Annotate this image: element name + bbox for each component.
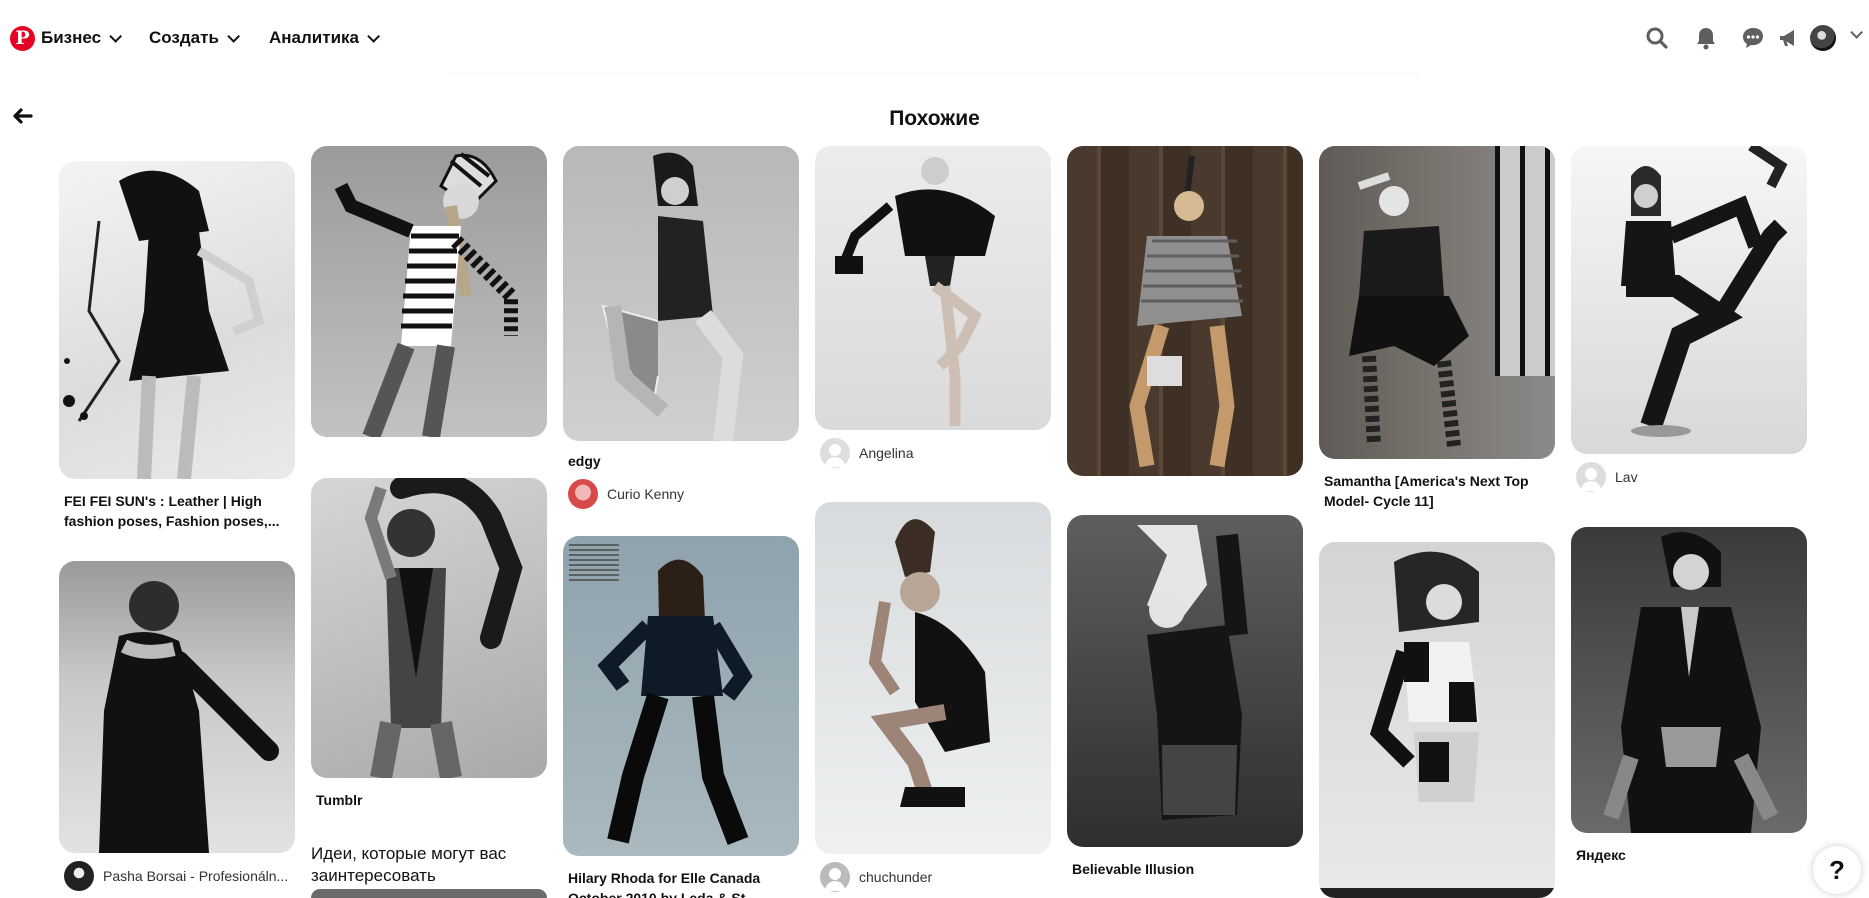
- pin-image[interactable]: [311, 146, 547, 437]
- pin-user-name: Curio Kenny: [607, 486, 685, 502]
- page-title: Похожие: [889, 107, 980, 130]
- nav-create-label: Создать: [149, 28, 219, 47]
- avatar: [568, 479, 598, 509]
- pin-image[interactable]: [59, 161, 295, 479]
- pin-title: Яндекс: [1576, 847, 1626, 863]
- pin-card[interactable]: chuchunder: [815, 502, 1051, 892]
- search-icon[interactable]: [1643, 24, 1671, 52]
- avatar: [1576, 462, 1606, 492]
- chevron-down-icon: [367, 29, 380, 43]
- pinterest-logo-icon[interactable]: P: [10, 26, 35, 51]
- nav-analytics-label: Аналитика: [269, 28, 359, 47]
- pin-image[interactable]: [1067, 515, 1303, 847]
- pin-image[interactable]: [311, 478, 547, 778]
- pin-card[interactable]: Samantha [America's Next Top Model- Cycl…: [1319, 146, 1555, 511]
- bell-icon[interactable]: [1692, 24, 1720, 52]
- pin-title: Believable Illusion: [1072, 861, 1195, 877]
- megaphone-icon[interactable]: [1775, 24, 1803, 52]
- pin-image[interactable]: [1319, 146, 1555, 459]
- chevron-down-icon: [109, 29, 123, 43]
- section-heading: Идеи, которые могут вас заинтересовать: [311, 844, 507, 885]
- pin-image[interactable]: [1571, 527, 1807, 833]
- pin-image[interactable]: [563, 146, 799, 441]
- nav-business-label: Бизнес: [41, 28, 102, 47]
- avatar[interactable]: [1810, 25, 1836, 51]
- pin-title: Samantha [America's Next Top Model- Cycl…: [1324, 473, 1529, 509]
- pin-card[interactable]: Яндекс: [1571, 527, 1807, 865]
- pin-card[interactable]: Believable Illusion: [1067, 515, 1303, 879]
- nav-business-menu[interactable]: Бизнес: [41, 27, 123, 49]
- header-shadow: [450, 72, 1420, 78]
- pin-user[interactable]: Pasha Borsai - Profesionáln...: [59, 861, 295, 891]
- messages-icon[interactable]: [1739, 24, 1767, 52]
- pin-user-name: chuchunder: [859, 869, 933, 885]
- top-nav-bar: P Бизнес Создать Аналитика: [0, 0, 1869, 78]
- pin-title: Hilary Rhoda for Elle Canada October 201…: [568, 870, 761, 898]
- pin-user[interactable]: chuchunder: [815, 862, 1051, 892]
- pin-card[interactable]: [1067, 146, 1303, 476]
- pin-user[interactable]: Lav: [1571, 462, 1807, 492]
- help-button[interactable]: ?: [1813, 846, 1861, 894]
- nav-create-menu[interactable]: Создать: [149, 27, 240, 49]
- pin-card[interactable]: Pasha Borsai - Profesionáln...: [59, 561, 295, 891]
- pin-image[interactable]: [815, 146, 1051, 430]
- pin-card[interactable]: edgy Curio Kenny: [563, 146, 799, 509]
- pin-image[interactable]: [1319, 542, 1555, 898]
- pin-title: FEI FEI SUN's : Leather | High fashion p…: [64, 493, 280, 529]
- pin-user-name: Angelina: [859, 445, 914, 461]
- chevron-down-icon: [227, 29, 240, 43]
- pin-card[interactable]: Angelina: [815, 146, 1051, 468]
- pin-card[interactable]: [1319, 542, 1555, 898]
- pin-title: edgy: [568, 453, 601, 469]
- pin-image[interactable]: [815, 502, 1051, 854]
- pin-image[interactable]: [311, 889, 547, 898]
- chevron-down-icon[interactable]: [1850, 26, 1863, 39]
- pin-card[interactable]: FEI FEI SUN's : Leather | High fashion p…: [59, 161, 295, 531]
- pin-image[interactable]: [59, 561, 295, 853]
- pin-user[interactable]: Angelina: [815, 438, 1051, 468]
- pin-user-name: Lav: [1615, 469, 1638, 485]
- nav-analytics-menu[interactable]: Аналитика: [269, 27, 380, 49]
- pin-card[interactable]: [311, 146, 547, 437]
- pin-user-name: Pasha Borsai - Profesionáln...: [103, 868, 289, 884]
- avatar: [820, 438, 850, 468]
- pin-image[interactable]: [1571, 146, 1807, 454]
- pin-user[interactable]: Curio Kenny: [563, 479, 799, 509]
- avatar: [64, 861, 94, 891]
- avatar: [820, 862, 850, 892]
- pin-title: Tumblr: [316, 792, 363, 808]
- pin-card[interactable]: Lav: [1571, 146, 1807, 492]
- pin-image[interactable]: [1067, 146, 1303, 476]
- pin-card[interactable]: Hilary Rhoda for Elle Canada October 201…: [563, 536, 799, 898]
- pin-image[interactable]: [563, 536, 799, 856]
- pin-card[interactable]: Tumblr: [311, 478, 547, 810]
